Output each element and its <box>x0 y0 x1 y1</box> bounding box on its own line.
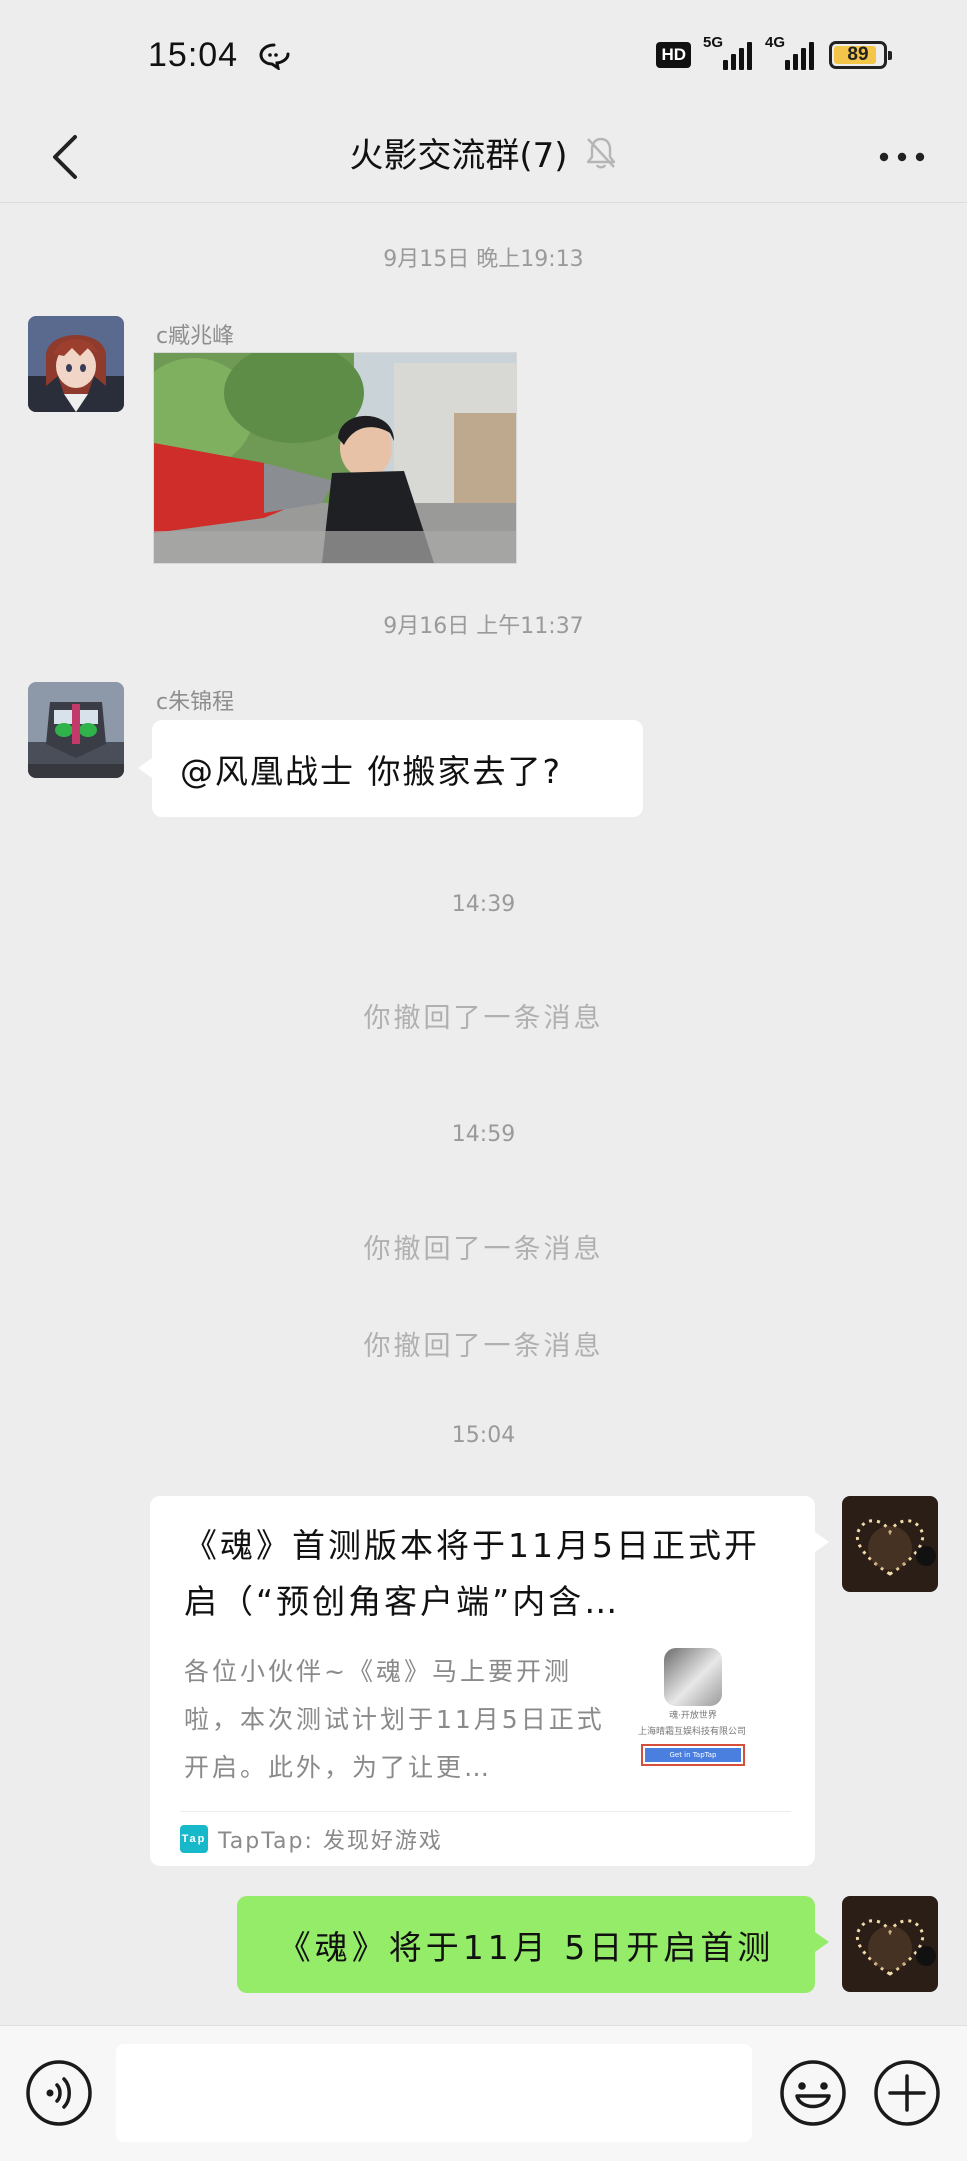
card-source-label: TapTap: 发现好游戏 <box>218 1829 443 1854</box>
plus-circle-icon <box>874 2060 940 2126</box>
card-source: Tap TapTap: 发现好游戏 <box>180 1811 791 1866</box>
kamen-rider-avatar-image <box>28 682 124 778</box>
avatar-self[interactable] <box>842 1496 938 1592</box>
card-title: 《魂》首测版本将于11月5日正式开启（“预创角客户端”内含… <box>184 1526 760 1621</box>
avatar-sender-2[interactable] <box>28 682 124 778</box>
game-app-icon <box>664 1648 722 1706</box>
status-bar: 15:04 HD 5G 4G 89 <box>0 0 967 112</box>
recall-notice: 你撤回了一条消息 <box>363 1234 604 1265</box>
hd-voice-icon: HD <box>656 42 691 68</box>
signal-4g-icon: 4G <box>765 34 815 70</box>
recall-notice: 你撤回了一条消息 <box>363 1003 604 1034</box>
emoji-button[interactable] <box>778 2058 848 2128</box>
timestamp: 15:04 <box>451 1423 516 1448</box>
signal-5g-icon: 5G <box>703 34 753 70</box>
avatar-self[interactable] <box>842 1896 938 1992</box>
recall-notice: 你撤回了一条消息 <box>363 1331 604 1362</box>
message-input[interactable] <box>116 2044 752 2142</box>
heart-lights-avatar-image <box>842 1896 938 1992</box>
more-options-button[interactable] <box>867 122 937 192</box>
card-description: 各位小伙伴~《魂》马上要开测啦，本次测试计划于11月5日正式开启。此外，为了让更… <box>184 1657 605 1782</box>
muted-bell-icon <box>586 137 615 168</box>
input-bar <box>0 2025 967 2161</box>
anime-character-avatar-image <box>28 316 124 412</box>
taptap-logo-icon: Tap <box>180 1825 208 1853</box>
voice-icon <box>26 2060 92 2126</box>
incoming-text-bubble[interactable]: @风凰战士 你搬家去了? <box>138 720 643 817</box>
more-functions-button[interactable] <box>872 2058 942 2128</box>
timestamp: 14:59 <box>451 1122 516 1147</box>
image-message[interactable] <box>153 352 517 564</box>
chat-title: 火影交流群(7) <box>0 128 967 177</box>
chat-header: 火影交流群(7) <box>0 112 967 203</box>
group-name: 火影交流群(7) <box>349 136 568 176</box>
timestamp: 14:39 <box>451 892 516 917</box>
smiley-icon <box>780 2060 846 2126</box>
battery-icon: 89 <box>829 41 892 69</box>
status-time: 15:04 <box>148 36 239 74</box>
sender-name: c朱锦程 <box>156 690 235 715</box>
outgoing-text-bubble[interactable]: 《魂》将于11月 5日开启首测 <box>237 1896 829 1993</box>
timestamp: 9月15日 晚上19:13 <box>383 247 584 272</box>
message-text: @风凰战士 你搬家去了? <box>180 751 563 791</box>
voice-input-button[interactable] <box>24 2058 94 2128</box>
chat-notification-icon <box>259 43 290 70</box>
message-text: 《魂》将于11月 5日开启首测 <box>277 1927 775 1967</box>
sender-name: c臧兆峰 <box>156 324 235 349</box>
heart-lights-avatar-image <box>842 1496 938 1592</box>
more-dots-icon <box>879 152 925 162</box>
timestamp: 9月16日 上午11:37 <box>383 614 584 639</box>
avatar-sender-1[interactable] <box>28 316 124 412</box>
card-thumbnail: 魂·开放世界 上海晴霜互娱科技有限公司 for iOS Get in TapTa… <box>638 1648 748 1792</box>
photo-man-street-image <box>154 353 516 563</box>
link-card-message[interactable]: 《魂》首测版本将于11月5日正式开启（“预创角客户端”内含… 各位小伙伴~《魂》… <box>150 1496 829 1866</box>
